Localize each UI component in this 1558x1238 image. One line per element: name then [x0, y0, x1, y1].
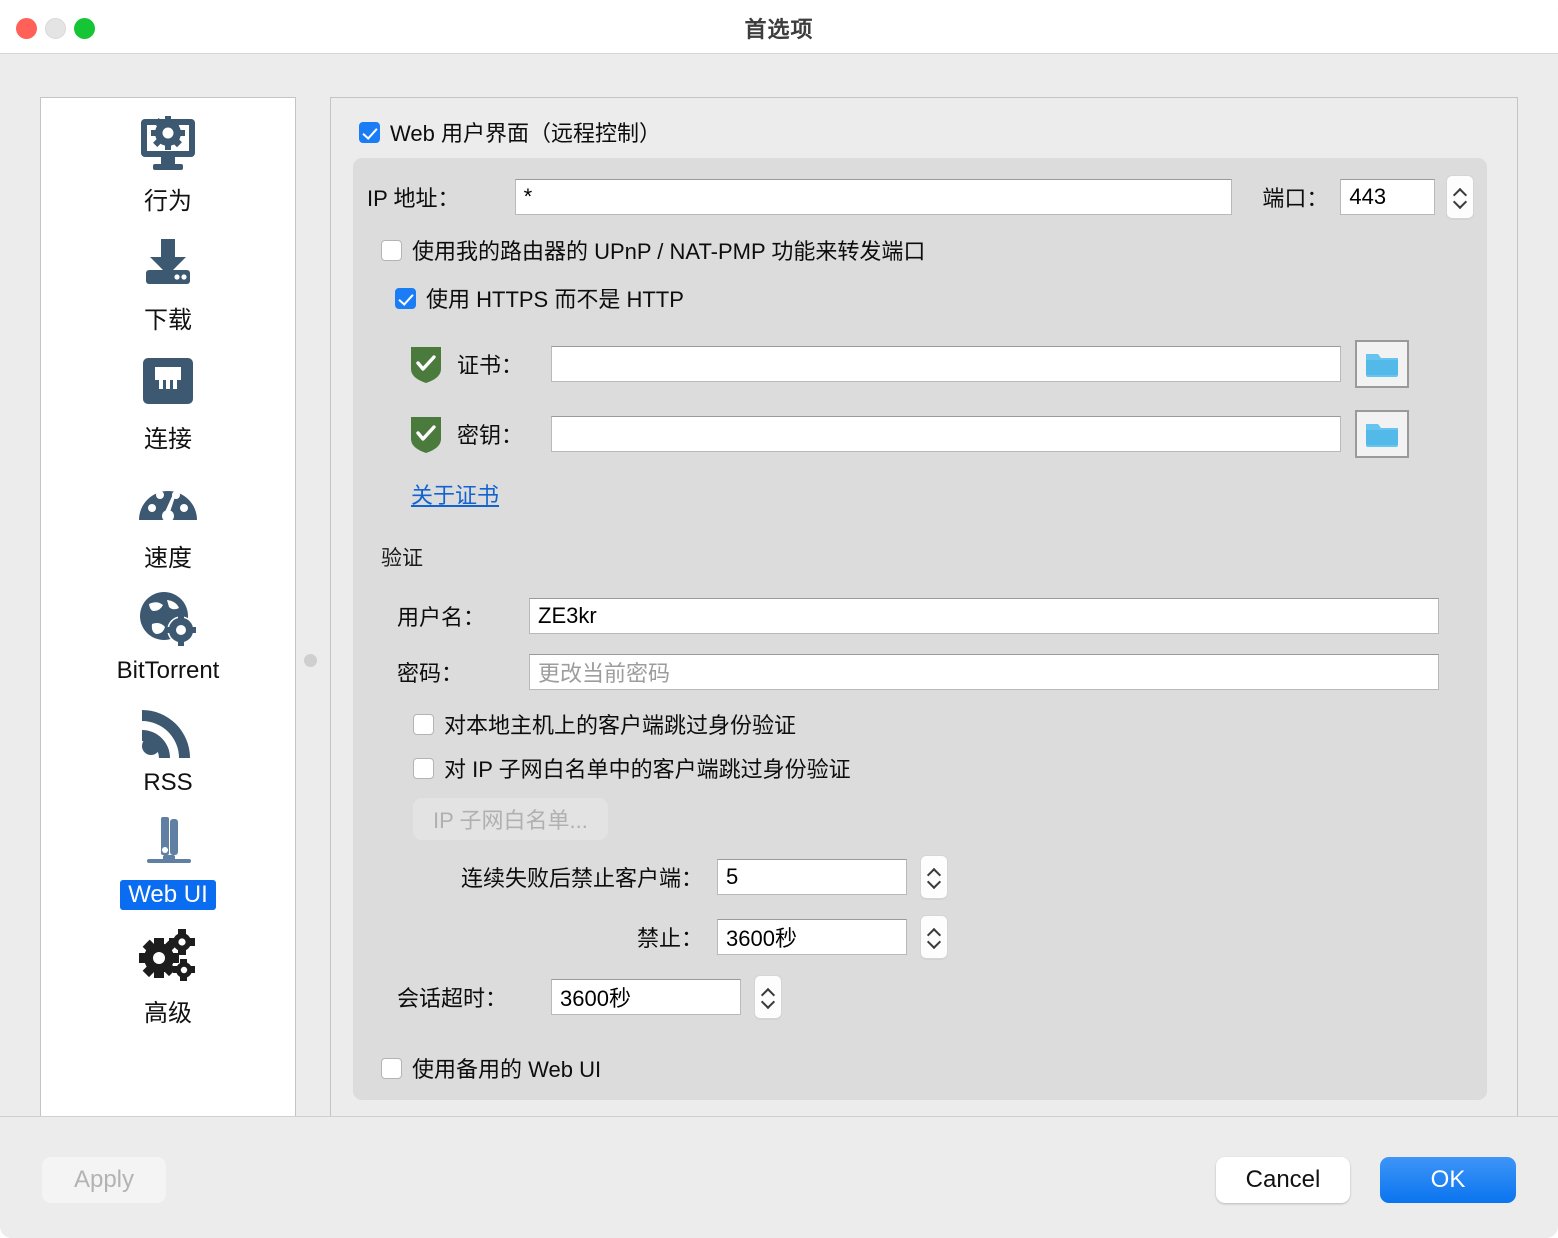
- bypass-localhost-checkbox[interactable]: [413, 713, 434, 735]
- password-row: 密码： 更改当前密码: [397, 654, 1457, 690]
- ban-after-input[interactable]: 5: [717, 859, 907, 895]
- ethernet-port-icon: [141, 348, 195, 414]
- certificate-label: 证书：: [457, 353, 524, 378]
- download-icon: [137, 229, 199, 295]
- sidebar-item-label: RSS: [143, 769, 193, 796]
- auth-section-caption: 验证: [381, 547, 423, 570]
- key-browse-button[interactable]: [1355, 410, 1409, 458]
- web-ui-enable-row[interactable]: Web 用户界面（远程控制）: [359, 116, 1495, 148]
- settings-panel: Web 用户界面（远程控制） IP 地址： * 端口： 443 使用我的路由器的…: [330, 97, 1518, 1127]
- folder-icon: [1366, 354, 1398, 377]
- ok-button[interactable]: OK: [1380, 1157, 1516, 1203]
- sidebar-item-connection[interactable]: 连接: [41, 336, 295, 455]
- session-timeout-label: 会话超时：: [397, 986, 508, 1011]
- sidebar-item-label: 连接: [144, 426, 192, 453]
- username-label: 用户名：: [397, 605, 486, 630]
- sidebar-item-label: BitTorrent: [116, 657, 220, 684]
- ban-duration-stepper[interactable]: [921, 916, 947, 958]
- ip-subnet-whitelist-button[interactable]: IP 子网白名单...: [413, 798, 608, 840]
- chevron-down-icon[interactable]: [762, 999, 774, 1006]
- bypass-whitelist-checkbox[interactable]: [413, 757, 434, 779]
- port-label: 端口：: [1262, 186, 1329, 211]
- https-checkbox[interactable]: [395, 287, 416, 309]
- https-row[interactable]: 使用 HTTPS 而不是 HTTP: [395, 282, 1473, 314]
- certificate-row: 证书：: [409, 340, 1459, 388]
- port-stepper[interactable]: [1447, 176, 1474, 218]
- certificate-input[interactable]: [551, 346, 1341, 382]
- sidebar-item-label: 速度: [144, 545, 192, 572]
- web-ui-groupbox: IP 地址： * 端口： 443 使用我的路由器的 UPnP / NAT-PMP…: [353, 158, 1487, 1100]
- chevron-down-icon[interactable]: [1454, 199, 1466, 206]
- https-groupbox: 证书： 密钥： 关于证书: [395, 324, 1473, 524]
- port-input[interactable]: 443: [1340, 179, 1436, 215]
- green-shield-icon: [411, 417, 441, 453]
- sidebar[interactable]: 行为 下载 连接 速度 BitTorrent RSS Web UI 高级: [40, 97, 296, 1127]
- ip-address-label: IP 地址：: [367, 186, 460, 211]
- folder-icon: [1366, 424, 1398, 447]
- https-label: 使用 HTTPS 而不是 HTTP: [426, 287, 684, 312]
- password-label: 密码：: [397, 661, 464, 686]
- ban-after-stepper[interactable]: [921, 856, 947, 898]
- title-bar: 首选项: [0, 0, 1558, 54]
- key-label: 密钥：: [457, 423, 524, 448]
- key-input[interactable]: [551, 416, 1341, 452]
- session-timeout-row: 会话超时： 3600秒: [397, 976, 1457, 1018]
- window-title: 首选项: [744, 17, 814, 42]
- ip-address-row: IP 地址： * 端口： 443: [367, 176, 1474, 218]
- password-input[interactable]: 更改当前密码: [529, 654, 1439, 690]
- green-shield-icon: [411, 347, 441, 383]
- ban-duration-row: 禁止： 3600秒: [397, 916, 1457, 958]
- about-certificate-link[interactable]: 关于证书: [411, 478, 499, 510]
- alt-webui-row[interactable]: 使用备用的 Web UI: [381, 1052, 1473, 1084]
- sidebar-item-label: 下载: [144, 307, 192, 334]
- preferences-window: 首选项 行为 下载 连接 速度 BitTorrent RSS Web UI 高级…: [0, 0, 1558, 1238]
- upnp-row[interactable]: 使用我的路由器的 UPnP / NAT-PMP 功能来转发端口: [381, 234, 1473, 266]
- chevron-down-icon[interactable]: [928, 939, 940, 946]
- ip-address-input[interactable]: *: [514, 179, 1233, 215]
- ban-duration-label: 禁止：: [636, 926, 703, 951]
- speedometer-icon: [137, 467, 199, 533]
- web-ui-enable-checkbox[interactable]: [359, 121, 380, 143]
- apply-button[interactable]: Apply: [42, 1157, 166, 1203]
- key-row: 密钥：: [409, 410, 1459, 458]
- sidebar-item-behavior[interactable]: 行为: [41, 98, 295, 217]
- auth-groupbox: 用户名： ZE3kr 密码： 更改当前密码 对本地主机上的客户端跳过身份验证 对…: [381, 578, 1473, 1038]
- cancel-button[interactable]: Cancel: [1216, 1157, 1350, 1203]
- bypass-whitelist-label: 对 IP 子网白名单中的客户端跳过身份验证: [444, 757, 851, 782]
- bypass-localhost-row[interactable]: 对本地主机上的客户端跳过身份验证: [413, 708, 1457, 740]
- bypass-whitelist-row[interactable]: 对 IP 子网白名单中的客户端跳过身份验证: [413, 752, 1457, 784]
- sidebar-item-speed[interactable]: 速度: [41, 455, 295, 574]
- username-input[interactable]: ZE3kr: [529, 598, 1439, 634]
- ban-after-label: 连续失败后禁止客户端：: [460, 866, 703, 891]
- gears-icon: [137, 922, 199, 988]
- session-timeout-input[interactable]: 3600秒: [551, 979, 741, 1015]
- sidebar-item-label: 行为: [144, 188, 192, 215]
- upnp-label: 使用我的路由器的 UPnP / NAT-PMP 功能来转发端口: [412, 239, 926, 264]
- sidebar-item-web-ui[interactable]: Web UI: [41, 798, 295, 910]
- session-timeout-stepper[interactable]: [755, 976, 781, 1018]
- chevron-down-icon[interactable]: [928, 879, 940, 886]
- bypass-localhost-label: 对本地主机上的客户端跳过身份验证: [444, 713, 797, 738]
- username-row: 用户名： ZE3kr: [397, 598, 1457, 634]
- globe-gear-icon: [137, 586, 199, 652]
- sidebar-item-bittorrent[interactable]: BitTorrent: [41, 574, 295, 686]
- rss-icon: [138, 698, 198, 764]
- sidebar-item-downloads[interactable]: 下载: [41, 217, 295, 336]
- ban-duration-input[interactable]: 3600秒: [717, 919, 907, 955]
- monitor-gear-icon: [137, 110, 199, 176]
- sidebar-item-advanced[interactable]: 高级: [41, 910, 295, 1029]
- certificate-browse-button[interactable]: [1355, 340, 1409, 388]
- ban-after-row: 连续失败后禁止客户端： 5: [397, 856, 1457, 898]
- dialog-body: 行为 下载 连接 速度 BitTorrent RSS Web UI 高级 Web…: [0, 54, 1558, 1127]
- web-ui-enable-label: Web 用户界面（远程控制）: [390, 121, 661, 146]
- alt-webui-checkbox[interactable]: [381, 1057, 402, 1079]
- upnp-checkbox[interactable]: [381, 239, 402, 261]
- sidebar-item-label: Web UI: [120, 880, 216, 910]
- sidebar-splitter-handle[interactable]: [304, 654, 317, 667]
- alt-webui-label: 使用备用的 Web UI: [412, 1057, 602, 1082]
- server-tower-icon: [137, 810, 199, 876]
- sidebar-item-rss[interactable]: RSS: [41, 686, 295, 798]
- sidebar-item-label: 高级: [144, 1000, 192, 1027]
